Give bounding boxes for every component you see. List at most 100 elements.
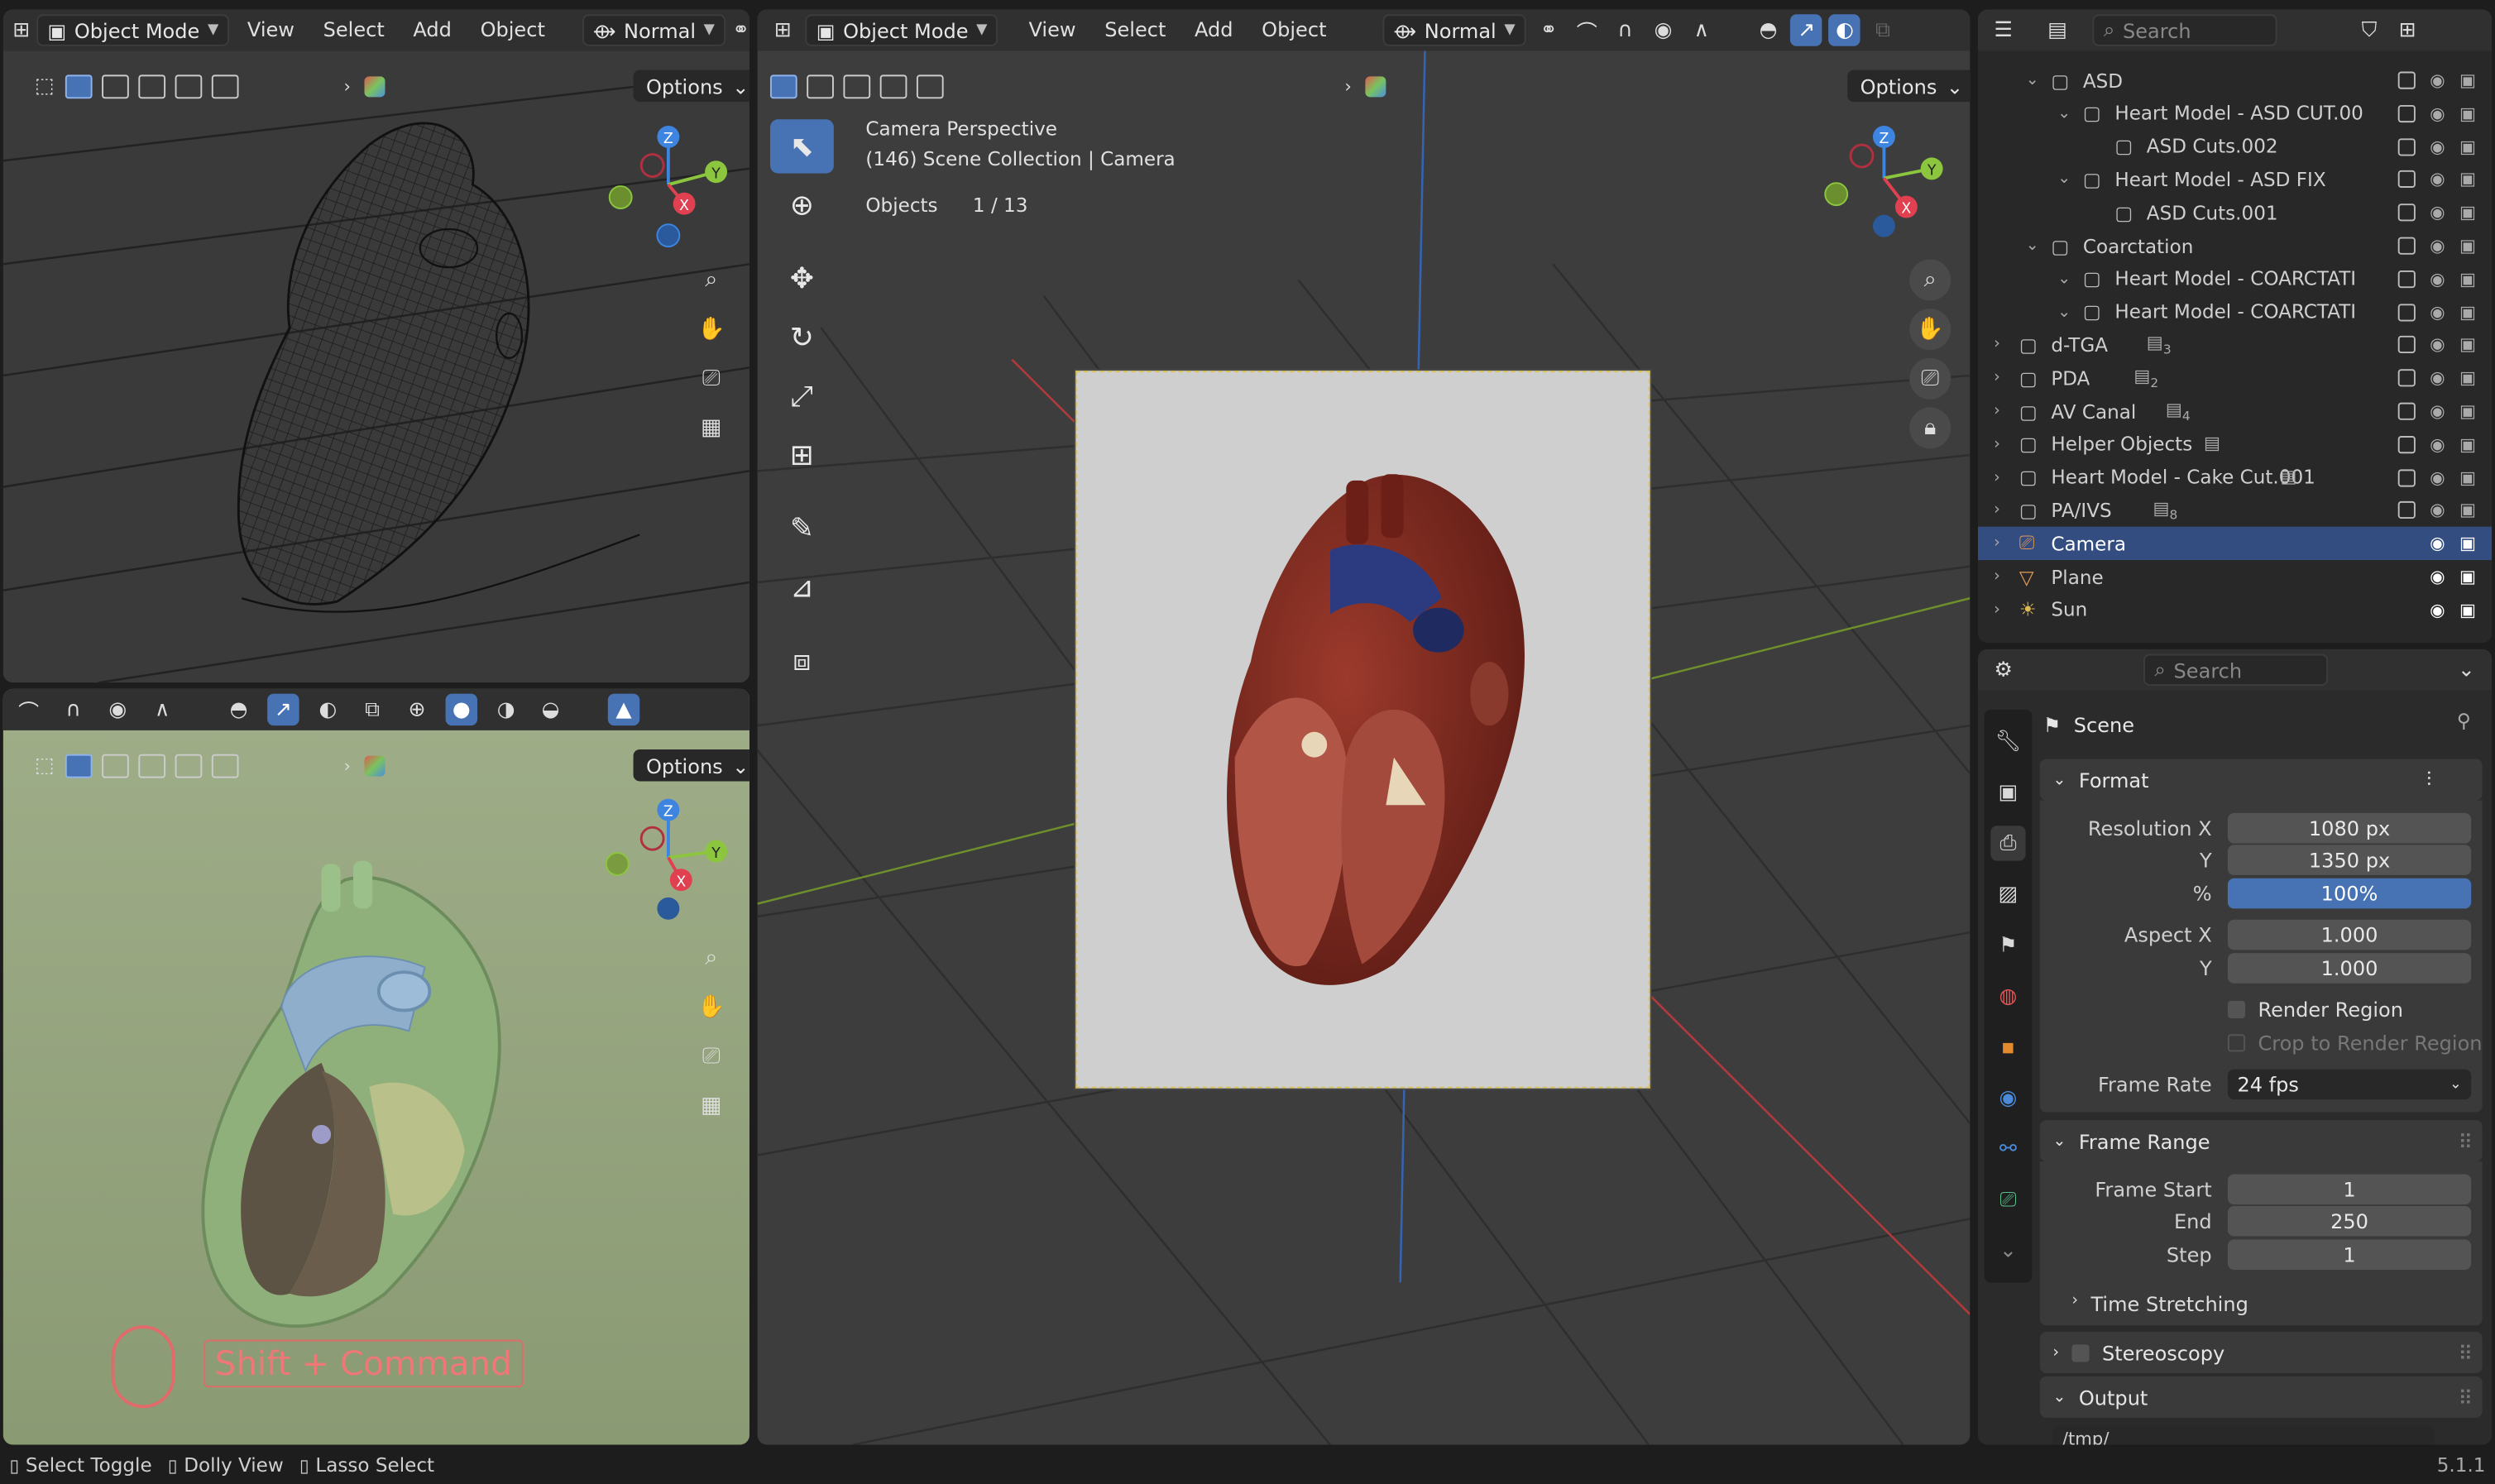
camera-view-icon[interactable]: ⎚ <box>691 358 732 400</box>
proportional-edit-icon[interactable]: ◉ <box>102 694 133 725</box>
aspect-y-field[interactable]: 1.000 <box>2227 953 2472 984</box>
mode-extend-icon[interactable] <box>102 753 129 778</box>
snap-icon[interactable]: ⌒ <box>1571 14 1602 45</box>
outliner-row[interactable]: ⌄ ▢ Heart Model - COARCTATI ◉ ▣ <box>1978 295 2492 328</box>
mode-intersect-icon[interactable] <box>211 74 239 98</box>
exclude-checkbox[interactable] <box>2397 203 2416 222</box>
scale-tool-icon[interactable]: ⤢ <box>770 369 834 423</box>
outliner-row[interactable]: ▢ ASD Cuts.002 ◉ ▣ <box>1978 130 2492 163</box>
properties-search-input[interactable]: ⌕ Search <box>2143 653 2329 687</box>
chevron-icon[interactable]: ⌄ <box>2026 72 2039 89</box>
mode-dropdown[interactable]: ▣ Object Mode ▼ <box>36 14 230 46</box>
xray-icon[interactable]: ⧉ <box>357 694 388 725</box>
eye-icon[interactable]: ◉ <box>2430 368 2445 389</box>
eye-icon[interactable]: ◉ <box>2430 500 2445 521</box>
mode-new-icon[interactable] <box>65 753 93 778</box>
move-tool-icon[interactable]: ✥ <box>770 251 834 305</box>
tool-tab-icon[interactable]: 🔧︎ <box>1990 724 2025 759</box>
outliner-row[interactable]: › ▽ Plane ◉ ▣ <box>1978 560 2492 593</box>
navigation-gizmo[interactable]: Z Y X <box>605 794 732 922</box>
mode-invert-icon[interactable] <box>175 753 203 778</box>
eye-icon[interactable]: ◉ <box>2430 434 2445 455</box>
mode-new-icon[interactable] <box>769 74 797 98</box>
eye-icon[interactable]: ◉ <box>2430 467 2445 488</box>
menu-object[interactable]: Object <box>1251 12 1338 47</box>
lock-icon[interactable]: 🔒︎ <box>1909 407 1951 449</box>
pivot-icon[interactable]: ⚭ <box>1533 14 1564 45</box>
drag-handle-icon[interactable]: ⠿ <box>2459 1385 2473 1409</box>
overlay-icon[interactable]: ◐ <box>1828 14 1861 46</box>
chevron-icon[interactable]: › <box>1994 601 2000 619</box>
chevron-icon[interactable]: › <box>1994 502 2000 519</box>
stereoscopy-panel-header[interactable]: › Stereoscopy ⠿ <box>2039 1331 2483 1373</box>
cursor-tool-icon[interactable]: ⊕ <box>770 178 834 232</box>
orientation-dropdown[interactable]: ⟴ Normal ▼ <box>582 14 726 46</box>
camera-display-icon[interactable]: ▲ <box>607 693 640 726</box>
zoom-icon[interactable]: ⌕ <box>691 937 732 979</box>
exclude-checkbox[interactable] <box>2397 71 2416 89</box>
exclude-checkbox[interactable] <box>2397 270 2416 288</box>
display-mode-icon[interactable]: ▤ <box>2042 14 2073 45</box>
render-toggle-icon[interactable]: ▣ <box>2459 302 2476 323</box>
chevron-icon[interactable]: ⌄ <box>2057 105 2071 122</box>
chevron-icon[interactable]: › <box>1994 403 2000 420</box>
outliner-row[interactable]: ⌄ ▢ Heart Model - ASD CUT.00 ◉ ▣ <box>1978 97 2492 130</box>
eye-icon[interactable]: ◉ <box>2430 335 2445 356</box>
checkbox-icon[interactable] <box>2071 1343 2090 1362</box>
zoom-icon[interactable]: ⌕ <box>691 260 732 301</box>
menu-object[interactable]: Object <box>469 12 556 47</box>
render-region-checkbox[interactable]: Render Region <box>2227 998 2403 1022</box>
render-toggle-icon[interactable]: ▣ <box>2459 467 2476 488</box>
exclude-checkbox[interactable] <box>2397 402 2416 420</box>
material-shading-icon[interactable]: ◑ <box>490 694 521 725</box>
object-tab-icon[interactable]: ▪ <box>1990 1030 2025 1065</box>
render-toggle-icon[interactable]: ▣ <box>2459 170 2476 190</box>
falloff-icon[interactable]: ∧ <box>1685 14 1717 45</box>
falloff-icon[interactable]: ∧ <box>146 694 178 725</box>
frame-rate-dropdown[interactable]: 24 fps ⌄ <box>2227 1069 2472 1100</box>
menu-add[interactable]: Add <box>1184 12 1244 47</box>
select-box-tool-icon[interactable]: ⬉ <box>769 119 834 174</box>
camera-view-icon[interactable]: ⎚ <box>691 1036 732 1077</box>
resolution-x-field[interactable]: 1080 px <box>2227 812 2472 844</box>
world-tab-icon[interactable]: ◍ <box>1990 979 2025 1013</box>
main-viewport[interactable]: ⊞ ▣ Object Mode ▼ View Select Add Object ⟴… <box>757 9 1971 1445</box>
chevron-icon[interactable]: › <box>1994 436 2000 453</box>
new-collection-icon[interactable]: ⊞ <box>2392 14 2423 45</box>
output-panel-header[interactable]: ⌄ Output ⠿ <box>2039 1376 2483 1418</box>
render-toggle-icon[interactable]: ▣ <box>2459 269 2476 290</box>
chevron-icon[interactable]: › <box>1994 370 2000 387</box>
menu-view[interactable]: View <box>1018 12 1087 47</box>
render-toggle-icon[interactable]: ▣ <box>2459 335 2476 356</box>
frame-step-field[interactable]: 1 <box>2227 1239 2472 1270</box>
eye-icon[interactable]: ◉ <box>2430 103 2445 124</box>
mode-invert-icon[interactable] <box>879 74 907 98</box>
editor-type-icon[interactable]: ⊞ <box>12 14 30 45</box>
exclude-checkbox[interactable] <box>2397 237 2416 255</box>
zoom-icon[interactable]: ⌕ <box>1909 259 1951 301</box>
gizmo-toggle-icon[interactable]: ↗ <box>1790 14 1822 46</box>
measure-tool-icon[interactable]: ⊿ <box>770 560 834 614</box>
chevron-icon[interactable]: › <box>1994 469 2000 486</box>
rotate-tool-icon[interactable]: ↻ <box>770 310 834 364</box>
render-toggle-icon[interactable]: ▣ <box>2459 534 2476 554</box>
navigation-gizmo[interactable]: Z Y X <box>1817 121 1945 248</box>
search-input[interactable]: ⌕ Search <box>2092 14 2277 46</box>
outliner-row[interactable]: ⌄ ▢ Heart Model - ASD FIX ◉ ▣ <box>1978 163 2492 196</box>
navigation-gizmo[interactable]: Z Y X <box>605 121 732 248</box>
proportional-edit-icon[interactable]: ◉ <box>1647 14 1678 45</box>
mode-intersect-icon[interactable] <box>916 74 944 98</box>
editor-type-icon[interactable]: ⚙ <box>1987 654 2019 686</box>
render-toggle-icon[interactable]: ▣ <box>2459 368 2476 389</box>
frame-start-field[interactable]: 1 <box>2227 1174 2472 1205</box>
eye-icon[interactable]: ◉ <box>2430 534 2445 554</box>
drag-handle-icon[interactable]: ⠿ <box>2459 1129 2473 1153</box>
visibility-icon[interactable]: ◓ <box>223 694 254 725</box>
grid-view-icon[interactable]: ▦ <box>691 407 732 448</box>
menu-add[interactable]: Add <box>402 12 462 47</box>
camera-view-icon[interactable]: ⎚ <box>1909 357 1951 400</box>
options-dropdown[interactable]: Options ⌄ <box>633 749 749 782</box>
xray-icon[interactable]: ⧉ <box>1867 14 1899 45</box>
render-toggle-icon[interactable]: ▣ <box>2459 103 2476 124</box>
frame-range-panel-header[interactable]: ⌄ Frame Range ⠿ <box>2039 1120 2483 1162</box>
